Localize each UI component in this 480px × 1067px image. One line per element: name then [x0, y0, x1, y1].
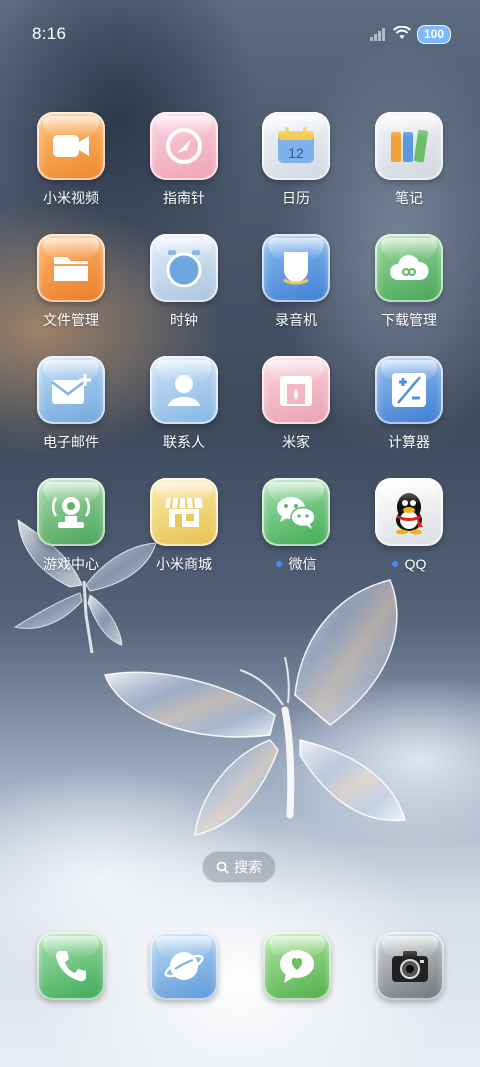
app-email[interactable]: 电子邮件: [15, 356, 127, 451]
status-time: 8:16: [32, 24, 67, 43]
app-label: 笔记: [395, 190, 423, 206]
app-label: 下载管理: [381, 312, 437, 328]
app-label: QQ: [353, 555, 465, 573]
game-center-icon: [37, 478, 105, 546]
app-recorder[interactable]: 录音机: [240, 234, 352, 329]
signal-icon: [370, 28, 385, 41]
app-label: 指南针: [163, 190, 205, 206]
notification-dot: [391, 561, 398, 567]
app-notes[interactable]: 笔记: [353, 112, 465, 207]
app-clock[interactable]: 时钟: [128, 234, 240, 329]
contact-icon: [150, 356, 218, 424]
wechat-icon: [262, 478, 330, 546]
video-camera-icon: [37, 112, 105, 180]
search-button[interactable]: 搜索: [202, 851, 276, 883]
search-icon: [216, 861, 229, 874]
app-wechat[interactable]: 微信: [240, 478, 352, 573]
app-label: 日历: [282, 190, 310, 206]
notes-icon: [375, 112, 443, 180]
app-label: 文件管理: [43, 312, 99, 328]
status-bar: 8:16 100: [0, 0, 480, 68]
camera-icon[interactable]: [376, 932, 444, 1000]
app-download-manager[interactable]: 下载管理: [353, 234, 465, 329]
dock: [0, 932, 480, 1002]
app-file-manager[interactable]: 文件管理: [15, 234, 127, 329]
wifi-icon: [393, 26, 411, 39]
app-label: 小米商城: [156, 556, 212, 572]
large-butterfly-wallpaper: [103, 579, 406, 836]
app-label: 时钟: [170, 312, 198, 328]
search-label: 搜索: [234, 859, 262, 875]
mail-icon: [37, 356, 105, 424]
store-icon: [150, 478, 218, 546]
app-label: 游戏中心: [43, 556, 99, 572]
app-label: 电子邮件: [43, 434, 99, 450]
app-label: 小米视频: [43, 190, 99, 206]
download-cloud-icon: [375, 234, 443, 302]
app-label: 联系人: [163, 434, 205, 450]
messages-icon[interactable]: [263, 932, 331, 1000]
app-xiaomi-video[interactable]: 小米视频: [15, 112, 127, 207]
clock-icon: [150, 234, 218, 302]
app-contacts[interactable]: 联系人: [128, 356, 240, 451]
folder-icon: [37, 234, 105, 302]
app-compass[interactable]: 指南针: [128, 112, 240, 207]
app-calculator[interactable]: 计算器: [353, 356, 465, 451]
app-label: 米家: [282, 434, 310, 450]
recorder-icon: [262, 234, 330, 302]
app-mijia[interactable]: 米家: [240, 356, 352, 451]
app-calendar[interactable]: 12 日历: [240, 112, 352, 207]
calendar-day: 12: [288, 145, 304, 161]
app-label: 计算器: [388, 434, 430, 450]
app-label: 微信: [240, 555, 352, 573]
calculator-icon: [375, 356, 443, 424]
app-game-center[interactable]: 游戏中心: [15, 478, 127, 573]
browser-icon[interactable]: [150, 932, 218, 1000]
notification-dot: [275, 561, 282, 567]
phone-icon[interactable]: [37, 932, 105, 1000]
qq-icon: [375, 478, 443, 546]
compass-icon: [150, 112, 218, 180]
app-xiaomi-store[interactable]: 小米商城: [128, 478, 240, 573]
app-label: 录音机: [275, 312, 317, 328]
battery-icon: 100: [417, 25, 451, 44]
app-qq[interactable]: QQ: [353, 478, 465, 573]
calendar-icon: 12: [262, 112, 330, 180]
home-icon: [262, 356, 330, 424]
